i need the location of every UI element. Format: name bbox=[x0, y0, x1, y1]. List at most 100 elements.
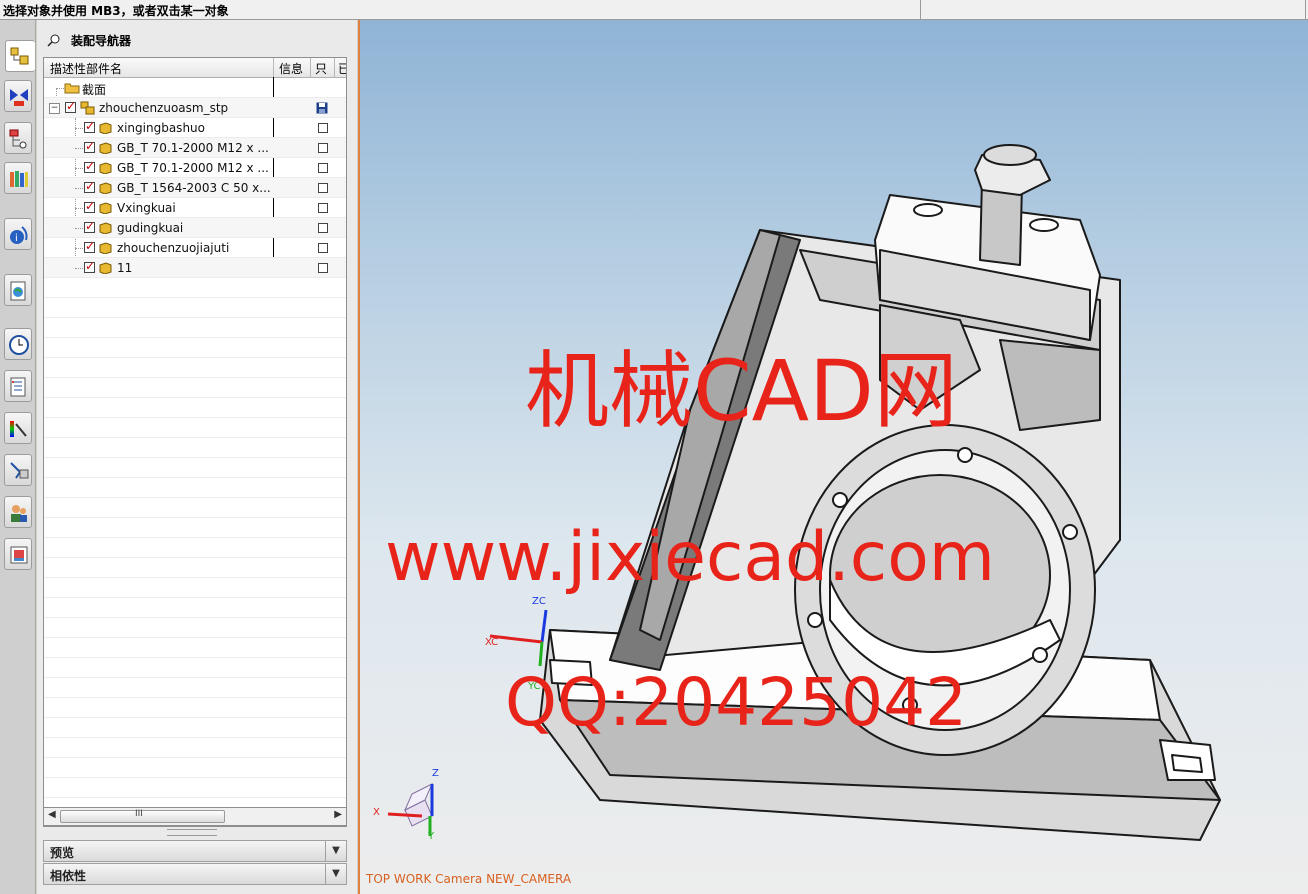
column-header-extra[interactable]: 已 bbox=[338, 60, 346, 77]
web-browser-tab[interactable] bbox=[4, 274, 32, 306]
system-materials-tab[interactable] bbox=[4, 538, 32, 570]
graphics-viewport[interactable]: ZC XC YC Z X Y 机械CAD网 www.jixiecad.com Q… bbox=[358, 20, 1308, 894]
svg-text:i: i bbox=[15, 233, 18, 244]
tree-row-component[interactable]: gudingkuai bbox=[44, 218, 346, 238]
chevron-down-icon[interactable]: ▼ bbox=[325, 841, 346, 861]
tree-row-component[interactable]: GB_T 70.1-2000 M12 x ... bbox=[44, 158, 346, 178]
component-label: 11 bbox=[117, 261, 133, 275]
assembly-tree[interactable]: 描述性部件名 信息 只 已 截面 − zhouchenzuoasm_stp bbox=[43, 57, 347, 827]
scroll-right-icon[interactable]: ▶ bbox=[334, 809, 342, 820]
reuse-library-tab[interactable] bbox=[4, 162, 32, 194]
status-prompt: 选择对象并使用 MB3，或者双击某一对象 bbox=[3, 4, 229, 18]
chevron-down-icon[interactable]: ▼ bbox=[325, 864, 346, 884]
resource-bar: i bbox=[0, 20, 36, 894]
pin-icon[interactable] bbox=[47, 33, 61, 47]
assembly-icon bbox=[80, 101, 95, 115]
dependency-panel-bar[interactable]: 相依性 ▼ bbox=[43, 863, 347, 885]
hd3d-tools-tab[interactable]: i bbox=[4, 218, 32, 250]
tree-row-component[interactable]: GB_T 1564-2003 C 50 x... bbox=[44, 178, 346, 198]
part-navigator-icon bbox=[9, 129, 27, 149]
component-icon bbox=[99, 162, 112, 174]
scroll-thumb[interactable]: III bbox=[60, 809, 225, 823]
component-icon bbox=[99, 262, 112, 274]
watermark: 机械CAD网 www.jixiecad.com QQ:20425042 bbox=[385, 342, 995, 741]
tree-row-root[interactable]: − zhouchenzuoasm_stp bbox=[44, 98, 346, 118]
column-header-name[interactable]: 描述性部件名 bbox=[50, 60, 122, 77]
readonly-checkbox[interactable] bbox=[318, 123, 328, 133]
scroll-grip: III bbox=[135, 809, 143, 819]
horizontal-scrollbar[interactable]: ◀ III ▶ bbox=[43, 807, 347, 826]
tree-row-component[interactable]: 11 bbox=[44, 258, 346, 278]
visibility-checkbox[interactable] bbox=[84, 119, 95, 133]
visibility-checkbox[interactable] bbox=[84, 139, 95, 153]
component-icon bbox=[99, 142, 112, 154]
readonly-checkbox[interactable] bbox=[318, 203, 328, 213]
watermark-line3: QQ:20425042 bbox=[505, 664, 967, 741]
constraint-navigator-tab[interactable] bbox=[4, 80, 32, 112]
visibility-checkbox[interactable] bbox=[84, 259, 95, 273]
visibility-checkbox[interactable] bbox=[84, 239, 95, 253]
part-navigator-tab[interactable] bbox=[4, 122, 32, 154]
visualization-icon bbox=[10, 421, 27, 437]
component-label: GB_T 70.1-2000 M12 x ... bbox=[117, 141, 269, 155]
component-icon bbox=[99, 122, 112, 134]
visibility-checkbox[interactable] bbox=[84, 159, 95, 173]
empty-tree-area bbox=[44, 278, 346, 808]
tree-row-section[interactable]: 截面 bbox=[44, 78, 346, 98]
manufacturing-wizard-tab[interactable] bbox=[4, 454, 32, 486]
root-node-label: zhouchenzuoasm_stp bbox=[99, 101, 229, 115]
assembly-navigator-panel: 装配导航器 描述性部件名 信息 只 已 截面 − zhouchenzuoasm_… bbox=[37, 20, 357, 894]
save-icon[interactable] bbox=[316, 102, 328, 114]
folder-icon bbox=[64, 83, 80, 94]
visibility-checkbox[interactable] bbox=[84, 199, 95, 213]
manufacturing-wizard-icon bbox=[10, 462, 29, 479]
component-icon bbox=[99, 182, 112, 194]
process-studio-icon bbox=[10, 377, 26, 397]
readonly-checkbox[interactable] bbox=[318, 183, 328, 193]
collapse-toggle[interactable]: − bbox=[49, 103, 60, 114]
readonly-checkbox[interactable] bbox=[318, 163, 328, 173]
preview-panel-bar[interactable]: 预览 ▼ bbox=[43, 840, 347, 862]
visibility-checkbox[interactable] bbox=[65, 99, 76, 113]
roles-tab[interactable] bbox=[4, 496, 32, 528]
tree-header: 描述性部件名 信息 只 已 bbox=[44, 58, 346, 78]
panel-splitter[interactable] bbox=[167, 829, 217, 836]
readonly-checkbox[interactable] bbox=[318, 263, 328, 273]
history-tab[interactable] bbox=[4, 328, 32, 360]
assembly-navigator-tab[interactable] bbox=[5, 40, 35, 72]
column-header-info[interactable]: 信息 bbox=[279, 60, 303, 77]
component-icon bbox=[99, 222, 112, 234]
tree-row-component[interactable]: Vxingkuai bbox=[44, 198, 346, 218]
process-studio-tab[interactable] bbox=[4, 370, 32, 402]
history-icon bbox=[9, 335, 29, 355]
component-label: GB_T 1564-2003 C 50 x... bbox=[117, 181, 271, 195]
visibility-checkbox[interactable] bbox=[84, 179, 95, 193]
component-icon bbox=[99, 202, 112, 214]
component-label: Vxingkuai bbox=[117, 201, 176, 215]
column-header-readonly[interactable]: 只 bbox=[315, 60, 327, 77]
status-divider bbox=[920, 0, 921, 20]
status-divider bbox=[1305, 0, 1306, 20]
readonly-checkbox[interactable] bbox=[318, 223, 328, 233]
tree-row-component[interactable]: xingingbashuo bbox=[44, 118, 346, 138]
tree-row-component[interactable]: GB_T 70.1-2000 M12 x ... bbox=[44, 138, 346, 158]
watermark-line2: www.jixiecad.com bbox=[385, 518, 995, 597]
visibility-checkbox[interactable] bbox=[84, 219, 95, 233]
readonly-checkbox[interactable] bbox=[318, 143, 328, 153]
tree-row-component[interactable]: zhouchenzuojiajuti bbox=[44, 238, 346, 258]
system-materials-icon bbox=[10, 546, 28, 564]
preview-label: 预览 bbox=[50, 846, 75, 860]
component-icon bbox=[99, 242, 112, 254]
view-label: TOP WORK Camera NEW_CAMERA bbox=[366, 872, 572, 886]
readonly-checkbox[interactable] bbox=[318, 243, 328, 253]
web-browser-icon bbox=[10, 281, 26, 301]
component-label: xingingbashuo bbox=[117, 121, 205, 135]
status-bar: 选择对象并使用 MB3，或者双击某一对象 bbox=[0, 0, 1308, 20]
hd3d-tools-icon: i bbox=[10, 226, 28, 244]
visualization-tab[interactable] bbox=[4, 412, 32, 444]
panel-title: 装配导航器 bbox=[71, 34, 132, 48]
assembly-navigator-icon bbox=[10, 47, 29, 65]
component-label: GB_T 70.1-2000 M12 x ... bbox=[117, 161, 269, 175]
scroll-left-icon[interactable]: ◀ bbox=[48, 809, 56, 820]
dependency-label: 相依性 bbox=[50, 869, 87, 883]
